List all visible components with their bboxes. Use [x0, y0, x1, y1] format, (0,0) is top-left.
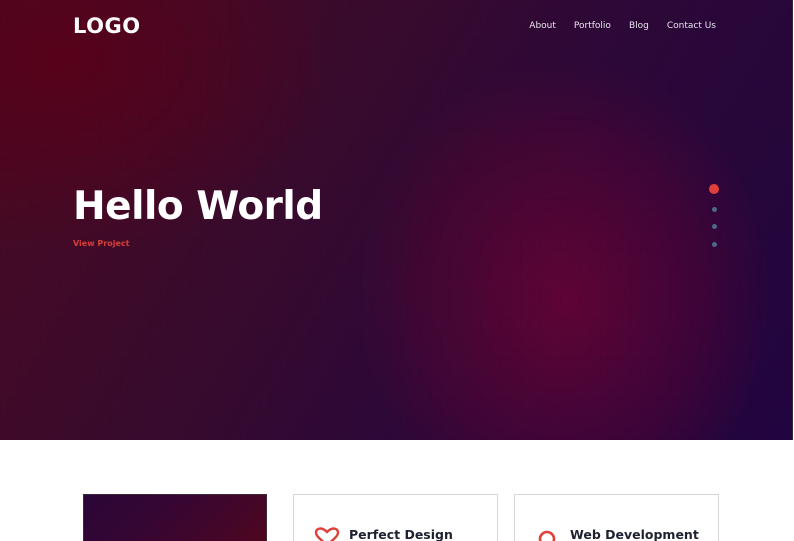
slide-dot-4[interactable]	[711, 241, 717, 247]
hero-section: LOGO About Portfolio Blog Contact Us Hel…	[0, 0, 793, 440]
nav-blog-link[interactable]: Blog	[629, 21, 649, 31]
feature-card-title: Web Development	[570, 527, 699, 541]
circle-icon	[535, 527, 559, 541]
nav-portfolio-link[interactable]: Portfolio	[574, 21, 611, 31]
heart-icon	[314, 527, 340, 541]
feature-card-perfect-design[interactable]: Perfect Design	[293, 494, 498, 541]
hero-title: Hello World	[73, 184, 323, 229]
slide-dot-2[interactable]	[711, 206, 717, 212]
slide-dot-1-active[interactable]	[709, 184, 719, 194]
feature-card-title: Perfect Design	[349, 527, 453, 541]
nav-contact-link[interactable]: Contact Us	[667, 21, 716, 31]
slide-dot-3[interactable]	[711, 224, 717, 229]
feature-image	[83, 494, 267, 541]
main-nav: About Portfolio Blog Contact Us	[529, 21, 716, 31]
feature-card-web-development[interactable]: Web Development	[514, 494, 719, 541]
view-project-link[interactable]: View Project	[73, 239, 129, 248]
logo[interactable]: LOGO	[73, 14, 141, 38]
nav-about-link[interactable]: About	[529, 21, 556, 31]
